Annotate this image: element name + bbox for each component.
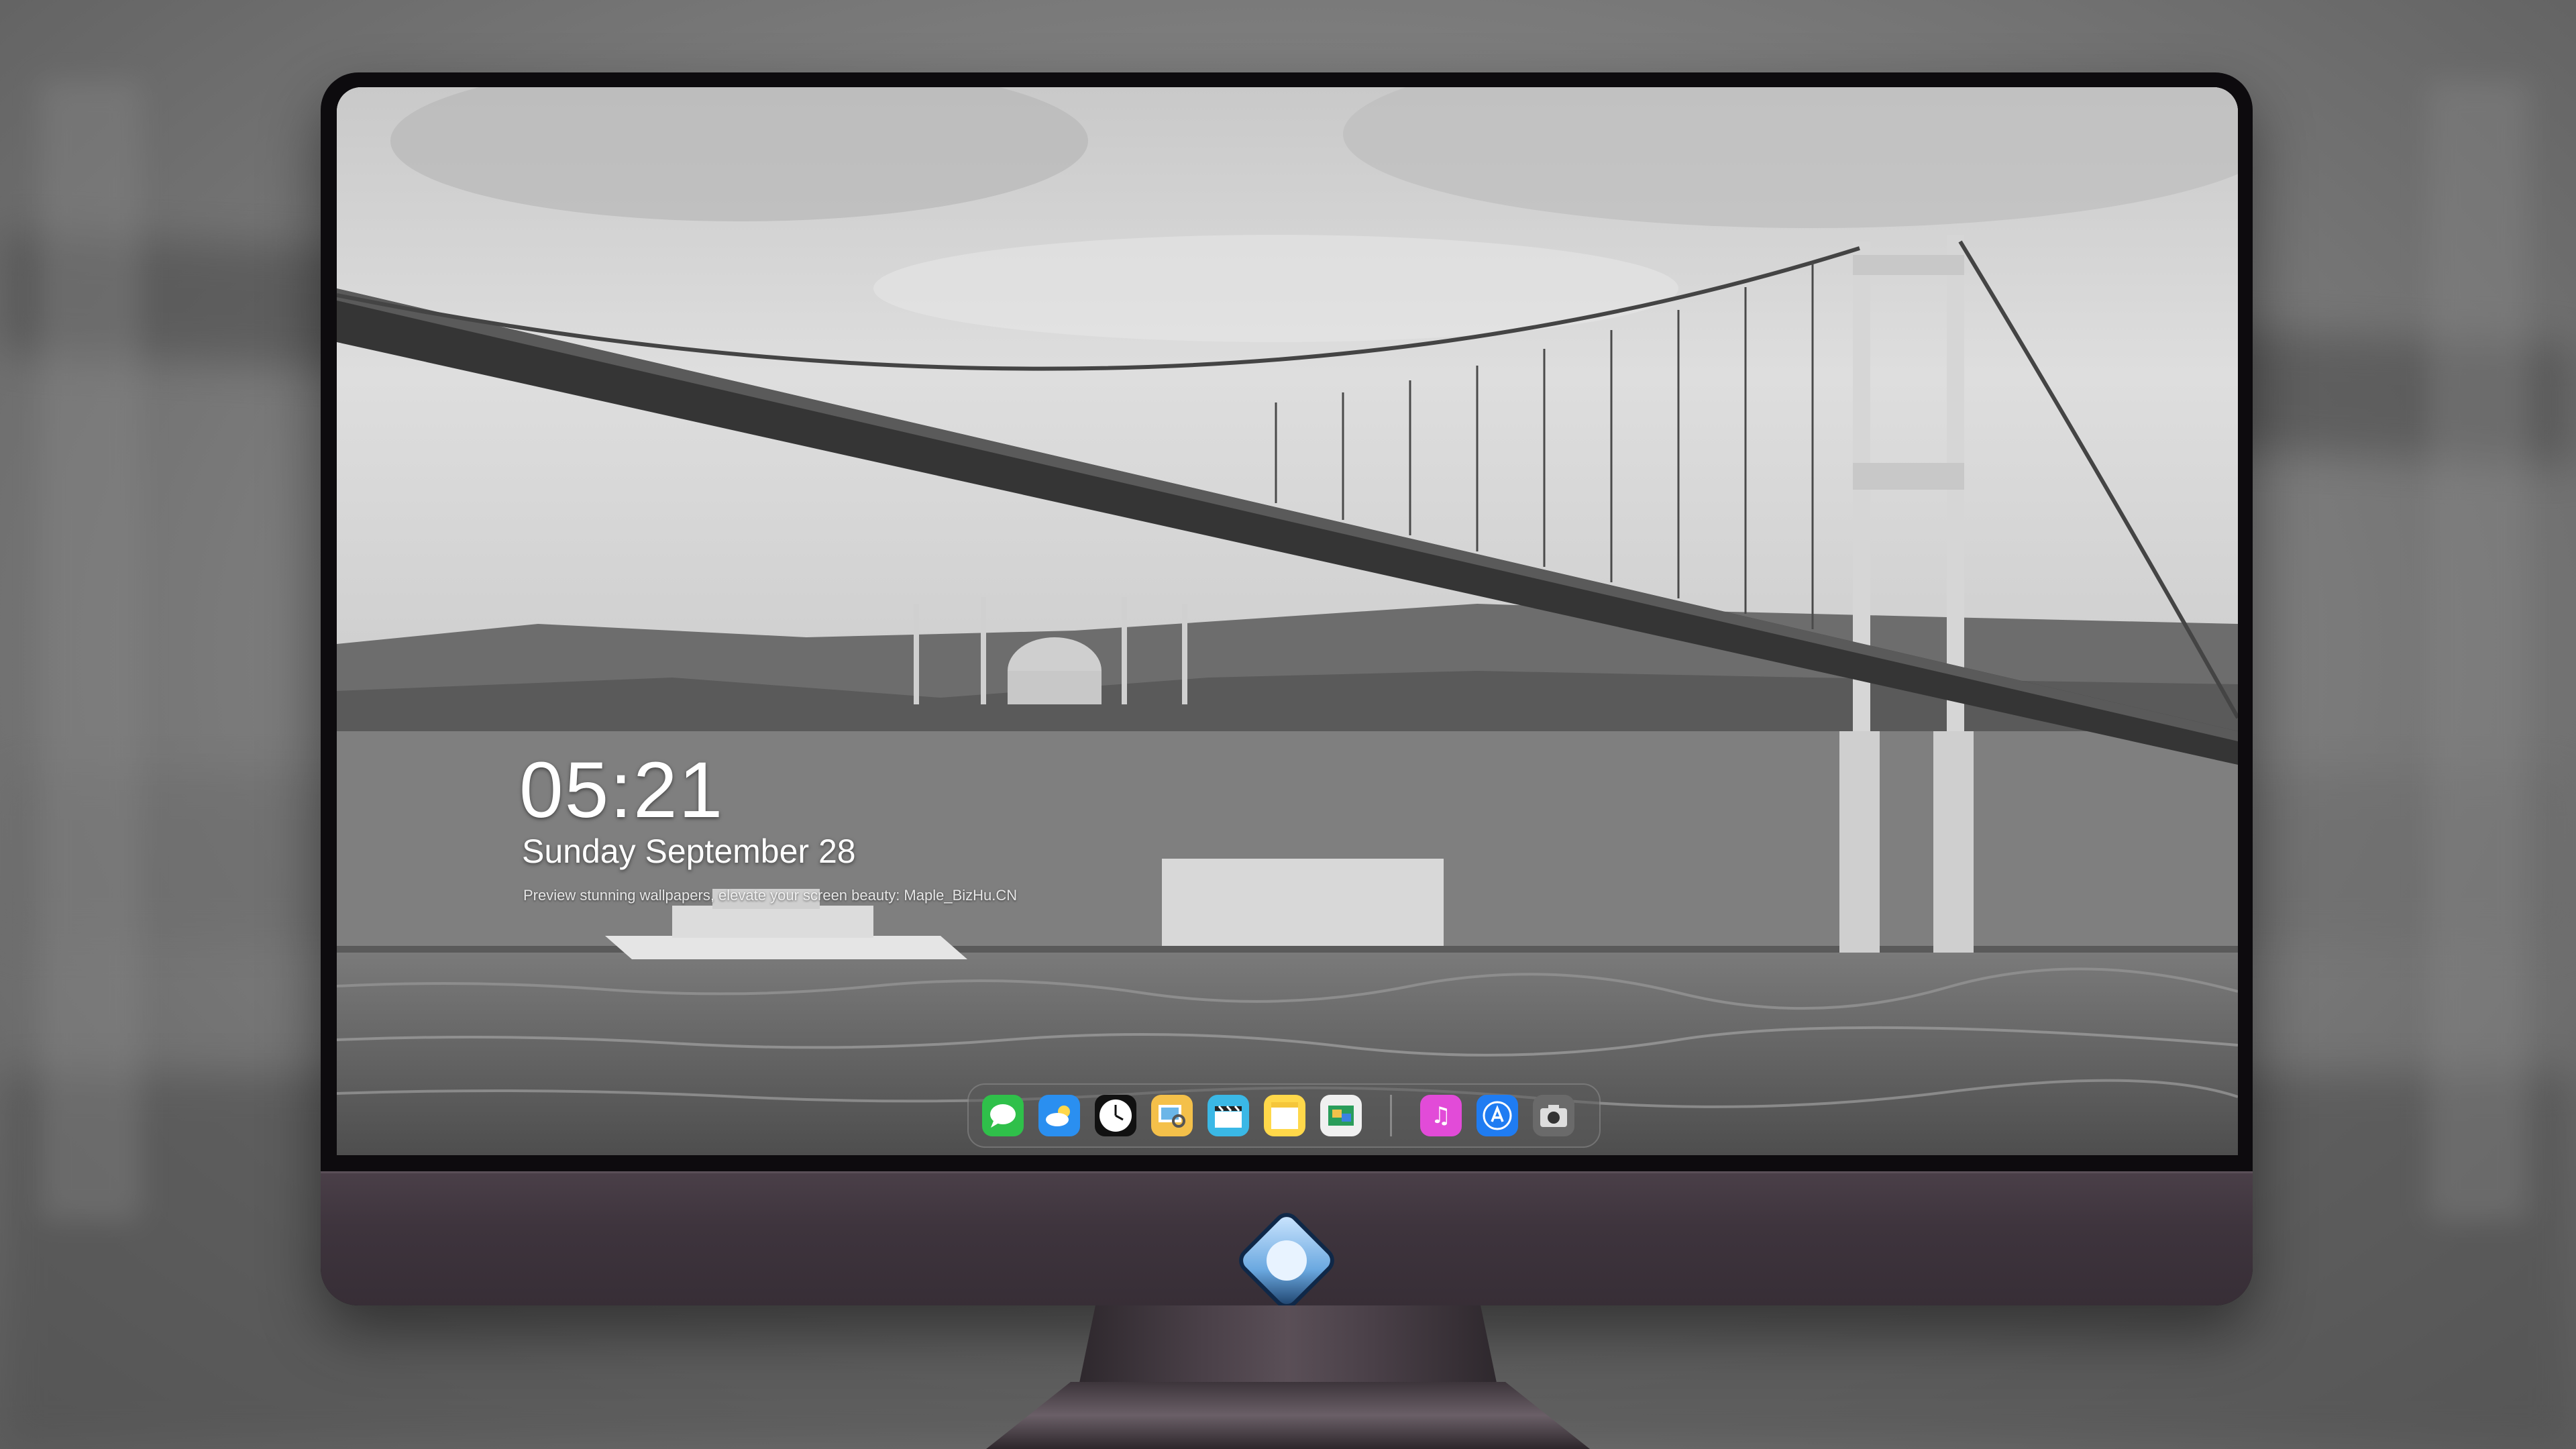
wallpaper-bridge-photo — [337, 87, 2238, 1155]
mascot-badge-icon — [1239, 1213, 1334, 1305]
camera-body-icon — [1540, 1105, 1567, 1127]
dock: ♫ — [967, 1083, 1601, 1148]
photo-loupe-icon — [1159, 1105, 1185, 1128]
camera-icon[interactable] — [1533, 1095, 1574, 1136]
analog-clock-icon — [1099, 1099, 1132, 1132]
background-blur-post — [40, 80, 141, 1221]
app-store-icon[interactable] — [1477, 1095, 1518, 1136]
lock-screen-date: Sunday September 28 — [522, 833, 856, 870]
messages-icon[interactable] — [982, 1095, 1024, 1136]
monitor: 05:21 Sunday September 28 Preview stunni… — [321, 72, 2253, 1305]
clapperboard-icon — [1215, 1106, 1242, 1128]
photo-slideshow-icon[interactable] — [1320, 1095, 1362, 1136]
cloud-sun-icon — [1046, 1106, 1070, 1126]
monitor-chin — [321, 1171, 2253, 1305]
lock-screen-tagline: Preview stunning wallpapers, elevate you… — [523, 887, 1018, 904]
mascot-face — [1267, 1240, 1307, 1281]
slideshow-icon — [1328, 1106, 1354, 1126]
message-bubble-icon — [990, 1104, 1016, 1128]
app-store-a-icon — [1483, 1101, 1512, 1130]
lock-screen-time: 05:21 — [519, 746, 724, 835]
notepad-icon — [1271, 1102, 1298, 1129]
preview-icon[interactable] — [1151, 1095, 1193, 1136]
dock-separator — [1390, 1095, 1392, 1136]
music-note-icon: ♫ — [1430, 1102, 1452, 1129]
monitor-stand-neck — [1079, 1305, 1497, 1386]
clock-app-icon[interactable] — [1095, 1095, 1136, 1136]
video-icon[interactable] — [1208, 1095, 1249, 1136]
background-blur-post — [2428, 80, 2529, 1221]
notes-icon[interactable] — [1264, 1095, 1305, 1136]
lock-screen: 05:21 Sunday September 28 Preview stunni… — [337, 87, 2238, 1155]
monitor-stand-foot — [986, 1382, 1590, 1449]
weather-icon[interactable] — [1038, 1095, 1080, 1136]
music-icon[interactable]: ♫ — [1420, 1095, 1462, 1136]
